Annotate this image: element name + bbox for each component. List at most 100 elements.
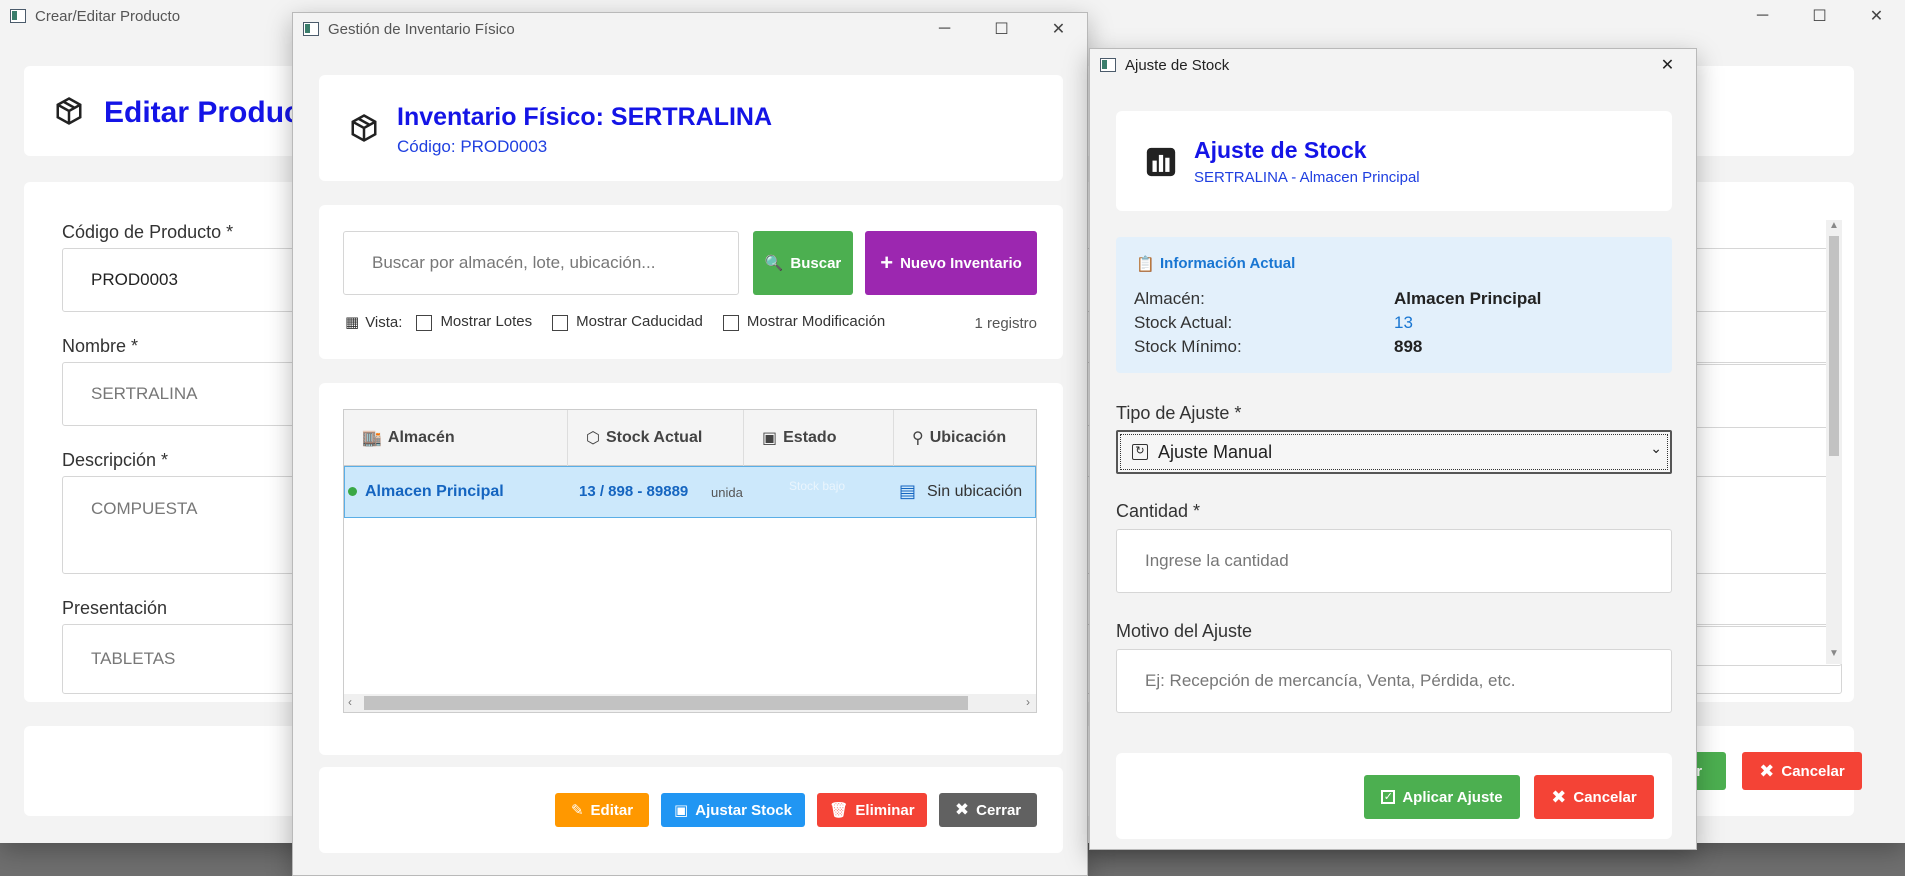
min-stock-label: Stock Mínimo: bbox=[1134, 337, 1242, 356]
show-lots-checkbox[interactable]: Mostrar Lotes bbox=[416, 313, 532, 331]
adjust-window-title: Ajuste de Stock bbox=[1125, 56, 1230, 74]
search-button[interactable]: 🔍 Buscar bbox=[753, 231, 853, 295]
adjust-type-value: Ajuste Manual bbox=[1158, 441, 1273, 462]
view-label: Vista: bbox=[365, 313, 403, 331]
adjust-title: Ajuste de Stock bbox=[1194, 137, 1367, 163]
quantity-input[interactable]: Ingrese la cantidad bbox=[1116, 529, 1672, 593]
close-button[interactable]: ✕ bbox=[1848, 0, 1905, 32]
app-icon bbox=[10, 9, 26, 23]
show-modification-label: Mostrar Modificación bbox=[746, 313, 886, 331]
inventory-window-title: Gestión de Inventario Físico bbox=[328, 20, 515, 38]
warehouse-icon: 🏬 bbox=[362, 430, 382, 447]
presentation-label: Presentación bbox=[62, 598, 168, 618]
close-button[interactable]: ✕ bbox=[1030, 13, 1087, 45]
box-icon: ▣ bbox=[674, 802, 689, 819]
reason-input[interactable]: Ej: Recepción de mercancía, Venta, Pérdi… bbox=[1116, 649, 1672, 713]
search-button-label: Buscar bbox=[790, 254, 842, 272]
close-button[interactable]: ✕ bbox=[1639, 49, 1696, 81]
warehouse-label: Almacén: bbox=[1134, 289, 1205, 308]
scroll-left-arrow[interactable]: ‹ bbox=[348, 695, 352, 709]
row-unit: unida bbox=[711, 485, 743, 500]
check-icon: ✓ bbox=[1381, 790, 1396, 804]
adjust-stock-window: Ajuste de Stock ✕ Ajuste de Stock SERTRA… bbox=[1089, 48, 1697, 850]
name-label: Nombre * bbox=[62, 336, 139, 356]
warehouse-value: Almacen Principal bbox=[1394, 289, 1542, 308]
scroll-thumb[interactable] bbox=[364, 696, 968, 710]
description-value: COMPUESTA bbox=[91, 499, 198, 518]
column-header-location[interactable]: ⚲ Ubicación bbox=[894, 410, 1036, 466]
close-inventory-button[interactable]: ✖ Cerrar bbox=[939, 793, 1037, 827]
close-icon: ✖ bbox=[954, 800, 970, 819]
chart-icon bbox=[1144, 145, 1178, 179]
product-cancel-label: Cancelar bbox=[1781, 762, 1845, 780]
apply-adjust-button[interactable]: ✓ Aplicar Ajuste bbox=[1364, 775, 1520, 819]
refresh-icon: ↻ bbox=[1132, 444, 1148, 460]
view-options: ▦ Vista: Mostrar Lotes Mostrar Caducidad… bbox=[345, 313, 885, 331]
horizontal-scrollbar[interactable]: ‹ › bbox=[344, 694, 1036, 712]
inventory-table-card: 🏬 Almacén ⬡ Stock Actual ▣ Estado ⚲ Ubicació… bbox=[319, 383, 1063, 755]
adjust-type-label: Tipo de Ajuste * bbox=[1116, 403, 1242, 423]
search-icon: 🔍 bbox=[764, 255, 784, 272]
adjust-cancel-button[interactable]: ✖ Cancelar bbox=[1534, 775, 1654, 819]
minimize-button[interactable]: ─ bbox=[1734, 0, 1791, 32]
inventory-subtitle: Código: PROD0003 bbox=[397, 137, 548, 156]
presentation-value: TABLETAS bbox=[91, 649, 176, 668]
product-window-title: Crear/Editar Producto bbox=[35, 7, 181, 25]
new-inventory-button[interactable]: + Nuevo Inventario bbox=[865, 231, 1037, 295]
delete-button-label: Eliminar bbox=[855, 801, 915, 819]
search-placeholder: Buscar por almacén, lote, ubicación... bbox=[372, 253, 656, 272]
show-modification-checkbox[interactable]: Mostrar Modificación bbox=[722, 313, 886, 331]
scroll-up-arrow[interactable]: ▲ bbox=[1826, 220, 1842, 236]
column-header-warehouse[interactable]: 🏬 Almacén bbox=[344, 410, 568, 466]
apply-adjust-label: Aplicar Ajuste bbox=[1402, 788, 1503, 806]
pencil-icon: ✎ bbox=[570, 802, 584, 819]
inventory-table: 🏬 Almacén ⬡ Stock Actual ▣ Estado ⚲ Ubicació… bbox=[343, 409, 1037, 713]
box-icon: ⬡ bbox=[586, 430, 600, 447]
product-cancel-button[interactable]: ✖ Cancelar bbox=[1742, 752, 1862, 790]
scroll-thumb[interactable] bbox=[1829, 236, 1839, 456]
column-header-status[interactable]: ▣ Estado bbox=[744, 410, 894, 466]
column-label: Stock Actual bbox=[605, 429, 703, 446]
show-expiry-checkbox[interactable]: Mostrar Caducidad bbox=[552, 313, 703, 331]
delete-button[interactable]: 🗑 Eliminar bbox=[817, 793, 927, 827]
inventory-window: Gestión de Inventario Físico ─ ☐ ✕ Inven… bbox=[292, 12, 1088, 876]
maximize-button[interactable]: ☐ bbox=[973, 13, 1030, 45]
inventory-header-card: Inventario Físico: SERTRALINA Código: PR… bbox=[319, 75, 1063, 181]
inventory-search-card: Buscar por almacén, lote, ubicación... 🔍… bbox=[319, 205, 1063, 359]
new-inventory-label: Nuevo Inventario bbox=[900, 254, 1022, 272]
scroll-down-arrow[interactable]: ▼ bbox=[1826, 648, 1842, 664]
show-expiry-label: Mostrar Caducidad bbox=[576, 313, 703, 331]
column-header-stock[interactable]: ⬡ Stock Actual bbox=[568, 410, 744, 466]
adjust-cancel-label: Cancelar bbox=[1573, 788, 1637, 806]
adjust-stock-label: Ajustar Stock bbox=[695, 801, 792, 819]
reason-label: Motivo del Ajuste bbox=[1116, 621, 1253, 641]
code-label: Código de Producto * bbox=[62, 222, 234, 242]
app-icon bbox=[303, 22, 319, 36]
search-input[interactable]: Buscar por almacén, lote, ubicación... bbox=[343, 231, 739, 295]
table-row[interactable]: Almacen Principal 13 / 898 - 89889 unida… bbox=[344, 466, 1036, 518]
info-title: Información Actual bbox=[1160, 255, 1296, 272]
close-icon: ✖ bbox=[1759, 760, 1775, 781]
adjust-type-select[interactable]: ↻ Ajuste Manual ⌄ bbox=[1116, 430, 1672, 474]
quantity-placeholder: Ingrese la cantidad bbox=[1145, 551, 1289, 570]
description-label: Descripción * bbox=[62, 450, 169, 470]
close-icon: ✖ bbox=[1551, 786, 1567, 807]
inventory-window-titlebar[interactable]: Gestión de Inventario Físico ─ ☐ ✕ bbox=[293, 13, 1087, 45]
minimize-button[interactable]: ─ bbox=[916, 13, 973, 45]
min-stock-value: 898 bbox=[1394, 337, 1423, 356]
maximize-button[interactable]: ☐ bbox=[1791, 0, 1848, 32]
adjust-header-card: Ajuste de Stock SERTRALINA - Almacen Pri… bbox=[1116, 111, 1672, 211]
column-label: Estado bbox=[783, 429, 837, 446]
adjust-window-titlebar[interactable]: Ajuste de Stock ✕ bbox=[1090, 49, 1696, 81]
form-scrollbar[interactable]: ▲ ▼ bbox=[1826, 220, 1842, 664]
box-icon bbox=[349, 113, 379, 143]
inventory-footer-card: ✎ Editar ▣ Ajustar Stock 🗑 Eliminar ✖ Cerrar bbox=[319, 767, 1063, 853]
adjust-subtitle: SERTRALINA - Almacen Principal bbox=[1194, 169, 1420, 186]
close-inventory-label: Cerrar bbox=[976, 801, 1022, 819]
column-label: Ubicación bbox=[929, 429, 1007, 446]
scroll-right-arrow[interactable]: › bbox=[1026, 695, 1030, 709]
adjust-stock-button[interactable]: ▣ Ajustar Stock bbox=[661, 793, 805, 827]
chevron-down-icon: ⌄ bbox=[1650, 440, 1662, 456]
edit-button[interactable]: ✎ Editar bbox=[555, 793, 649, 827]
adjust-footer-card: ✓ Aplicar Ajuste ✖ Cancelar bbox=[1116, 753, 1672, 839]
